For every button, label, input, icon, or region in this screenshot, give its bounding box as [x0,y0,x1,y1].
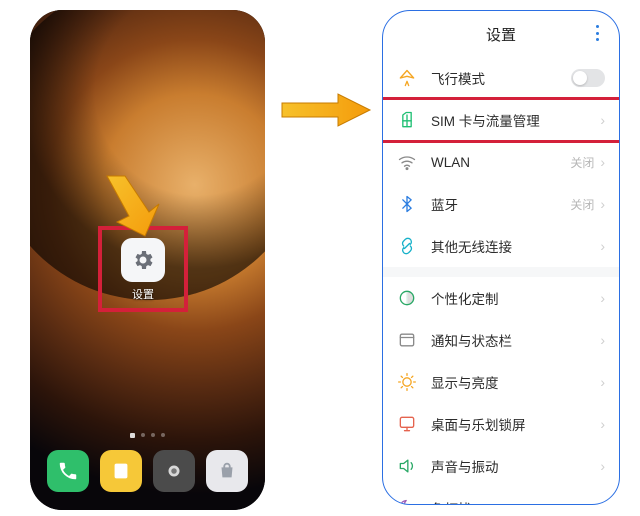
settings-header: 设置 [383,11,619,57]
row-label: 个性化定制 [431,288,600,308]
bluetooth-icon [397,194,417,214]
row-label: 免打扰 [431,498,600,505]
sound-icon [397,456,417,476]
chevron-right-icon: › [600,332,605,348]
row-label: 蓝牙 [431,194,570,214]
chevron-right-icon: › [600,458,605,474]
dock-camera-icon[interactable] [153,450,195,492]
settings-row-wifi[interactable]: WLAN关闭 › [383,141,619,183]
settings-title: 设置 [486,24,516,45]
settings-row-display[interactable]: 显示与亮度› [383,361,619,403]
toggle-switch[interactable] [571,69,605,87]
more-icon[interactable] [589,25,605,41]
highlight-settings-app [98,226,188,312]
row-label: WLAN [431,155,570,170]
arrow-to-settings-screen [280,92,372,128]
settings-row-link[interactable]: 其他无线连接› [383,225,619,267]
display-icon [397,372,417,392]
row-value: 关闭 [570,196,594,213]
row-label: 显示与亮度 [431,372,600,392]
notify-icon [397,330,417,350]
settings-row-theme[interactable]: 个性化定制› [383,277,619,319]
settings-row-sim[interactable]: SIM 卡与流量管理› [383,99,619,141]
row-label: 通知与状态栏 [431,330,600,350]
page-indicator [30,433,265,438]
chevron-right-icon: › [600,196,605,212]
settings-row-dnd[interactable]: 免打扰› [383,487,619,505]
chevron-right-icon: › [600,416,605,432]
settings-row-bluetooth[interactable]: 蓝牙关闭 › [383,183,619,225]
wifi-icon [397,152,417,172]
settings-row-airplane[interactable]: 飞行模式 [383,57,619,99]
phone-settings-screen: 设置 飞行模式SIM 卡与流量管理›WLAN关闭›蓝牙关闭›其他无线连接›个性化… [382,10,620,505]
chevron-right-icon: › [600,154,605,170]
chevron-right-icon: › [600,112,605,128]
dock-phone-icon[interactable] [47,450,89,492]
row-label: 飞行模式 [431,68,571,88]
row-value: 关闭 [570,154,594,171]
sim-icon [397,110,417,130]
theme-icon [397,288,417,308]
dock-notes-icon[interactable] [100,450,142,492]
airplane-icon [397,68,417,88]
dock [30,450,265,492]
link-icon [397,236,417,256]
list-separator [383,267,619,277]
chevron-right-icon: › [600,290,605,306]
desktop-icon [397,414,417,434]
settings-row-sound[interactable]: 声音与振动› [383,445,619,487]
phone-homescreen: 设置 [30,10,265,510]
chevron-right-icon: › [600,500,605,505]
chevron-right-icon: › [600,374,605,390]
dock-store-icon[interactable] [206,450,248,492]
row-label: 桌面与乐划锁屏 [431,414,600,434]
settings-row-notify[interactable]: 通知与状态栏› [383,319,619,361]
row-label: SIM 卡与流量管理 [431,110,600,130]
row-label: 声音与振动 [431,456,600,476]
chevron-right-icon: › [600,238,605,254]
settings-row-desktop[interactable]: 桌面与乐划锁屏› [383,403,619,445]
dnd-icon [397,498,417,505]
row-label: 其他无线连接 [431,236,600,256]
settings-list: 飞行模式SIM 卡与流量管理›WLAN关闭›蓝牙关闭›其他无线连接›个性化定制›… [383,57,619,505]
